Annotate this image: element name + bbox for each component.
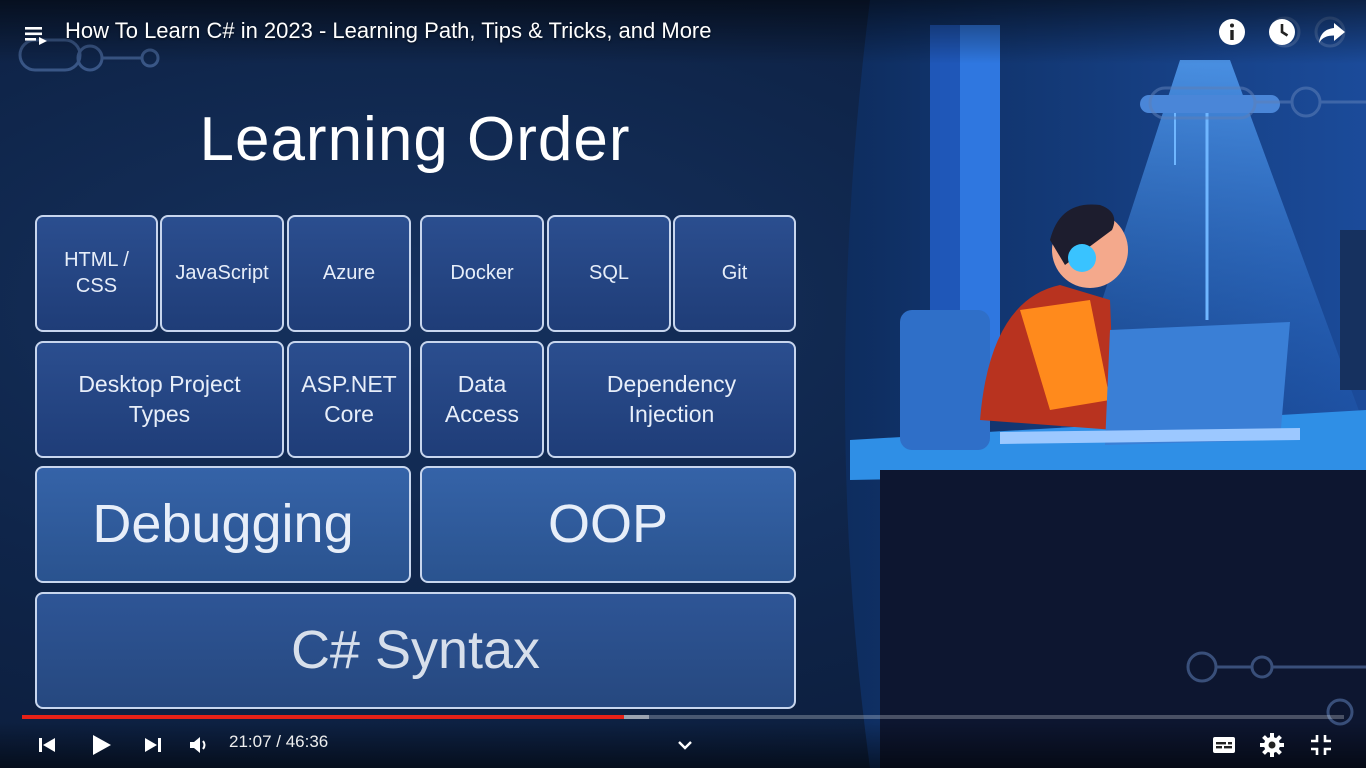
tile-desktop-project-types: Desktop Project Types: [35, 341, 284, 458]
tile-label: HTML / CSS: [64, 248, 129, 297]
progress-bar[interactable]: [22, 715, 1344, 719]
time-display: 21:07 / 46:36: [229, 732, 329, 751]
tile-sql: SQL: [547, 215, 671, 332]
tile-docker: Docker: [420, 215, 544, 332]
tile-oop: OOP: [420, 466, 796, 583]
tile-label: C# Syntax: [290, 619, 541, 680]
playlist-menu-icon[interactable]: [22, 20, 50, 48]
tile-label: Debugging: [92, 493, 354, 554]
watch-later-clock-icon[interactable]: [1266, 16, 1298, 48]
player-top-bar: How To Learn C# in 2023 - Learning Path,…: [0, 0, 1366, 64]
tile-label: SQL: [588, 261, 630, 284]
tile-azure: Azure: [287, 215, 411, 332]
subtitles-icon[interactable]: [1209, 730, 1239, 760]
player-controls: 21:07 / 46:36: [0, 722, 1366, 768]
tile-label: Docker: [450, 261, 514, 284]
play-icon[interactable]: [86, 730, 116, 760]
info-icon[interactable]: [1216, 16, 1248, 48]
previous-icon[interactable]: [32, 730, 62, 760]
slide-title: Learning Order: [199, 105, 631, 174]
next-icon[interactable]: [138, 730, 168, 760]
tile-label: Azure: [322, 261, 376, 284]
settings-gear-icon[interactable]: [1257, 730, 1287, 760]
tile-git: Git: [673, 215, 796, 332]
tile-html-css: HTML / CSS: [35, 215, 158, 332]
video-title[interactable]: How To Learn C# in 2023 - Learning Path,…: [65, 18, 712, 44]
tile-javascript: JavaScript: [160, 215, 284, 332]
tile-csharp-syntax: C# Syntax: [35, 592, 796, 709]
tile-label: Data Access: [444, 371, 520, 427]
tile-label: Git: [721, 261, 748, 284]
exit-fullscreen-icon[interactable]: [1306, 730, 1336, 760]
tile-label: OOP: [547, 493, 669, 554]
tile-data-access: Data Access: [420, 341, 544, 458]
tile-label: JavaScript: [175, 261, 269, 284]
share-arrow-icon[interactable]: [1316, 16, 1348, 48]
tile-dependency-injection: Dependency Injection: [547, 341, 796, 458]
video-frame[interactable]: Learning Order HTML / CSS JavaScript Azu…: [0, 0, 1366, 768]
chevron-down-icon[interactable]: [670, 730, 700, 760]
progress-played: [22, 715, 624, 719]
tile-label: Desktop Project Types: [78, 371, 241, 427]
tile-debugging: Debugging: [35, 466, 411, 583]
tile-aspnet-core: ASP.NET Core: [287, 341, 411, 458]
tile-label: Dependency Injection: [606, 371, 737, 427]
tile-label: ASP.NET Core: [301, 371, 397, 427]
volume-icon[interactable]: [184, 730, 214, 760]
